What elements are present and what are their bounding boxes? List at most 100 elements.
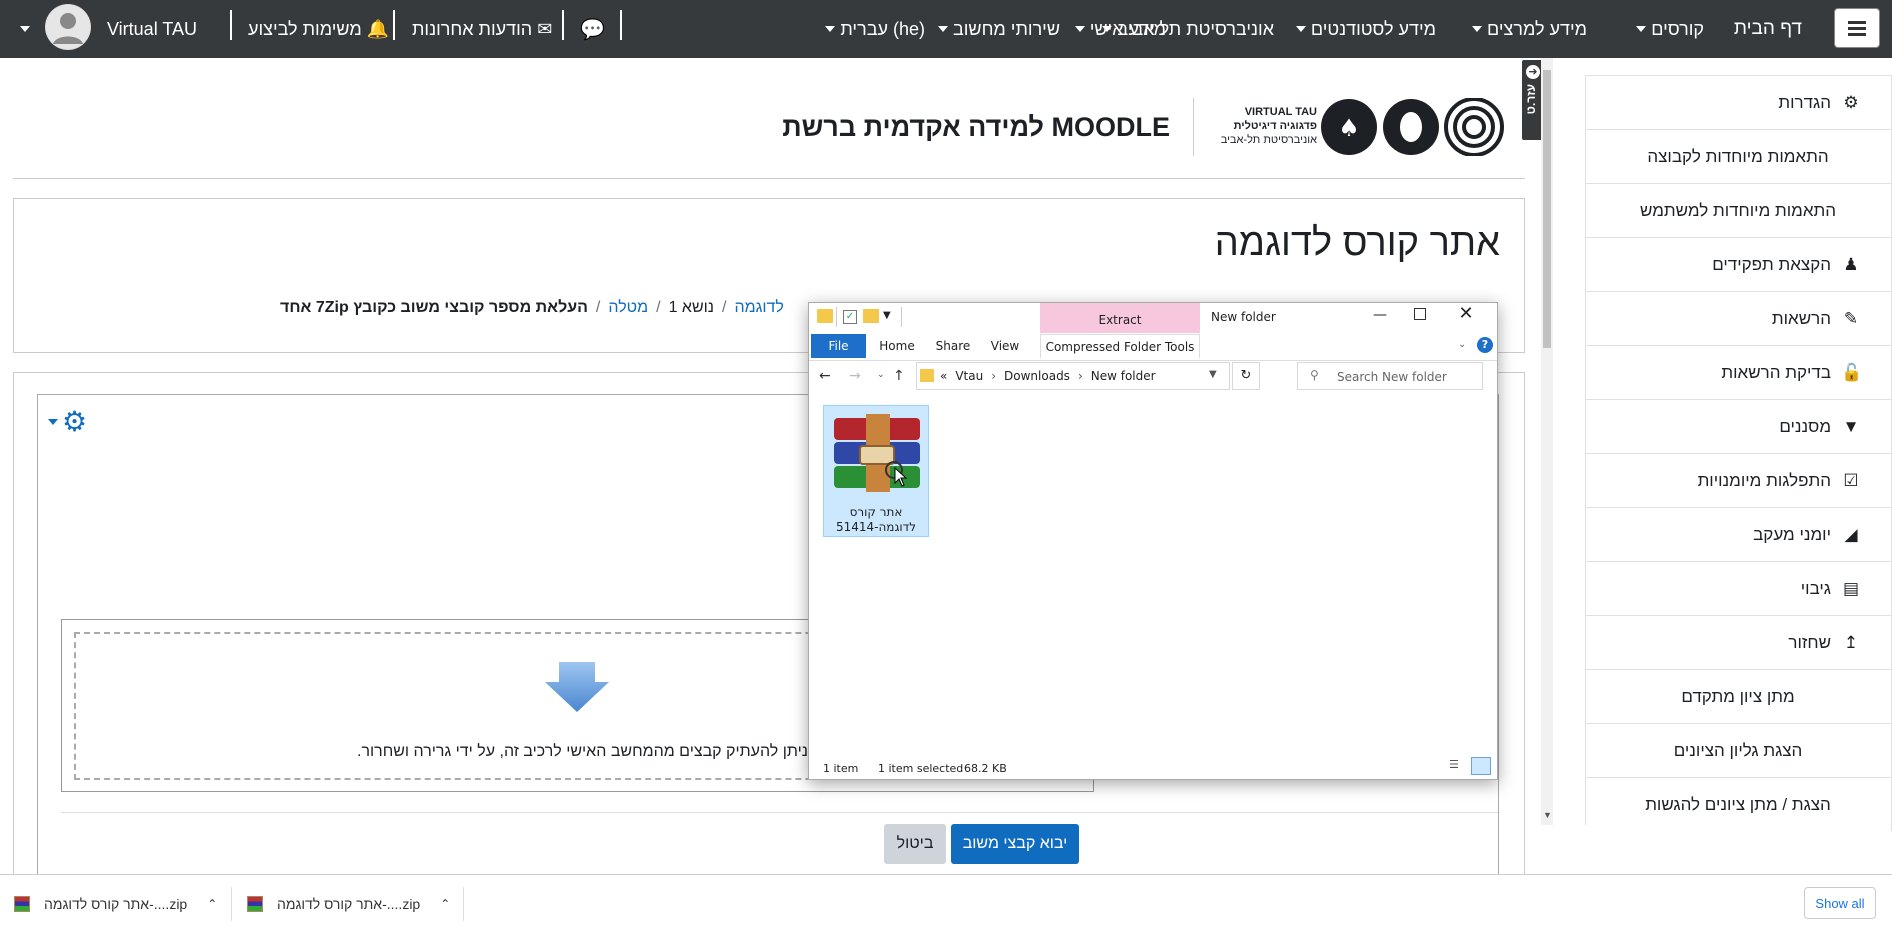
nav-menu-label: שירותי מחשוב (952, 18, 1060, 39)
breadcrumb-path: « Vtau › Downloads › New folder (940, 369, 1164, 383)
nav-menu-computing[interactable]: שירותי מחשוב (930, 0, 1060, 58)
user-name[interactable]: Virtual TAU (107, 0, 197, 58)
sidebar-item[interactable]: יומני מעקב ◢ (1585, 507, 1892, 561)
tab-home[interactable]: Home (869, 334, 925, 358)
breadcrumb-section[interactable]: נושא 1 (669, 299, 714, 317)
nav-home-link[interactable]: דף הבית (1734, 0, 1802, 58)
sidebar-item[interactable]: מסננים ▼ (1585, 399, 1892, 453)
virtual-tau-logo[interactable]: ♠ (1320, 97, 1505, 157)
scroll-down-icon[interactable]: ▼ (1543, 810, 1552, 820)
nav-menu-label: מידע לסטודנטים (1310, 18, 1436, 39)
breadcrumb-assignment-link[interactable]: מטלה (608, 299, 648, 317)
avatar[interactable] (45, 4, 91, 50)
refresh-icon[interactable]: ↻ (1232, 362, 1260, 390)
sidebar-item[interactable]: מתן ציון מתקדם (1585, 669, 1892, 723)
large-icons-view-icon[interactable] (1471, 757, 1491, 775)
chevron-up-icon[interactable]: ⌃ (440, 897, 450, 911)
help-icon[interactable]: ? (1477, 337, 1493, 353)
tab-compressed-folder-tools[interactable]: Compressed Folder Tools (1040, 334, 1200, 358)
sidebar-item[interactable]: הצגת גליון הציונים (1585, 723, 1892, 777)
nav-menu-lecturers[interactable]: מידע למרצים (1464, 0, 1587, 58)
bell-icon: 🔔 (366, 18, 390, 39)
navbar-divider (230, 10, 232, 40)
qat-divider (836, 307, 837, 327)
sidebar-item[interactable]: שחזור ↥ (1585, 615, 1892, 669)
user-menu-toggle[interactable] (12, 0, 30, 58)
downloads-bar: אתר קורס לדוגמה-....zip ⌃ אתר קורס לדוגמ… (0, 874, 1892, 932)
folder-icon (920, 369, 934, 382)
search-box[interactable]: ⚲ Search New folder (1297, 362, 1483, 390)
up-arrow-icon[interactable]: ↑ (893, 368, 905, 384)
status-size: 68.2 KB (964, 762, 1007, 775)
caret-down-icon (1636, 26, 1647, 32)
maximize-button[interactable] (1414, 308, 1426, 320)
help-tab-label: עזר.ט (1524, 84, 1538, 115)
sidebar-item[interactable]: בדיקת הרשאות 🔓 (1585, 345, 1892, 399)
gear-icon: ⚙ (1843, 92, 1859, 112)
menu-toggle-button[interactable] (1834, 8, 1880, 48)
file-name-line: אתר קורס (849, 505, 903, 519)
nav-menu-label: מידע למרצים (1487, 18, 1587, 39)
nav-menu-students[interactable]: מידע לסטודנטים (1288, 0, 1436, 58)
new-folder-icon[interactable] (863, 309, 879, 323)
nav-menu-courses[interactable]: קורסים (1628, 0, 1704, 58)
chat-icon[interactable]: 💬 (580, 0, 605, 58)
settings-menu-toggle[interactable]: ⚙ (48, 408, 87, 436)
recent-locations-icon[interactable]: ⌄ (877, 370, 885, 380)
file-explorer-window[interactable]: ✓ ▼ Extract New folder — ✕ File Home Sha… (808, 302, 1498, 780)
sidebar-item[interactable]: התפלגות מיומנויות ☑ (1585, 453, 1892, 507)
file-archive-icon: ▤ (1842, 578, 1860, 598)
import-feedback-button[interactable]: יבוא קבצי משוב (951, 824, 1079, 864)
tab-view[interactable]: View (981, 334, 1029, 358)
cancel-button[interactable]: ביטול (884, 824, 946, 864)
caret-down-icon (20, 26, 30, 32)
breadcrumb: לדוגמה / נושא 1 / מטלה / העלאת מספר קובצ… (280, 296, 804, 320)
tasks-link[interactable]: משימות לביצוע 🔔 (248, 0, 389, 58)
file-item-selected[interactable]: אתר קורס לדוגמה-51414 (823, 405, 929, 537)
download-item[interactable]: אתר קורס לדוגמה-....zip ⌃ (14, 875, 224, 933)
sidebar-item[interactable]: התאמות מיוחדות לקבוצה (1585, 129, 1892, 183)
zip-file-icon (247, 896, 263, 912)
path-segment-downloads[interactable]: Downloads (1004, 369, 1070, 383)
winrar-archive-icon (830, 412, 924, 494)
nav-menu-personal[interactable]: מידע אישי (1067, 0, 1166, 58)
hamburger-icon (1848, 26, 1866, 30)
language-menu[interactable]: עברית (he) (817, 0, 925, 58)
chevron-up-icon[interactable]: ⌃ (207, 897, 217, 911)
sidebar-item[interactable]: הרשאות ✎ (1585, 291, 1892, 345)
sidebar-item[interactable]: התאמות מיוחדות למשתמש (1585, 183, 1892, 237)
sidebar-item[interactable]: הקצאת תפקידים ♟ (1585, 237, 1892, 291)
tab-share[interactable]: Share (925, 334, 981, 358)
nav-menu-label: עברית (he) (840, 18, 925, 39)
show-all-button[interactable]: Show all (1804, 887, 1876, 919)
sidebar-item[interactable]: גיבוי ▤ (1585, 561, 1892, 615)
sidebar-item[interactable]: הגדרות ⚙ (1585, 75, 1892, 129)
sidebar-item-label: בדיקת הרשאות (1721, 362, 1831, 382)
path-segment-vtau[interactable]: Vtau (955, 369, 983, 383)
download-divider (463, 887, 464, 921)
file-name: אתר קורס לדוגמה-51414 (824, 505, 928, 535)
breadcrumb-course-link[interactable]: לדוגמה (734, 299, 783, 317)
header-divider (1193, 98, 1194, 156)
details-view-icon[interactable]: ☰ (1449, 758, 1465, 774)
sidebar-item[interactable]: הצגת / מתן ציונים להגשות (1585, 777, 1892, 831)
tab-file[interactable]: File (811, 334, 866, 358)
messages-label: הודעות אחרונות (412, 18, 533, 39)
qat-dropdown-icon[interactable]: ▼ (883, 310, 891, 321)
path-prefix[interactable]: « (940, 369, 947, 383)
checkbox-icon: ☑ (1843, 470, 1859, 490)
messages-link[interactable]: הודעות אחרונות ✉ (412, 0, 552, 58)
extract-tab[interactable]: Extract (1040, 303, 1200, 333)
path-segment-new-folder[interactable]: New folder (1091, 369, 1156, 383)
download-item[interactable]: אתר קורס לדוגמה-....zip ⌃ (247, 875, 457, 933)
ribbon-expand-icon[interactable]: ⌄ (1458, 339, 1466, 350)
site-title: למידה אקדמית ברשת MOODLE (782, 112, 1170, 142)
minimize-button[interactable]: — (1370, 307, 1390, 327)
scrollbar-thumb[interactable] (1543, 70, 1551, 348)
forward-arrow-icon[interactable]: → (849, 368, 861, 384)
address-dropdown-icon[interactable]: ▼ (1209, 369, 1217, 380)
close-button[interactable]: ✕ (1451, 303, 1481, 329)
navbar-divider (620, 10, 622, 40)
back-arrow-icon[interactable]: ← (819, 368, 831, 384)
properties-icon[interactable]: ✓ (843, 310, 857, 324)
